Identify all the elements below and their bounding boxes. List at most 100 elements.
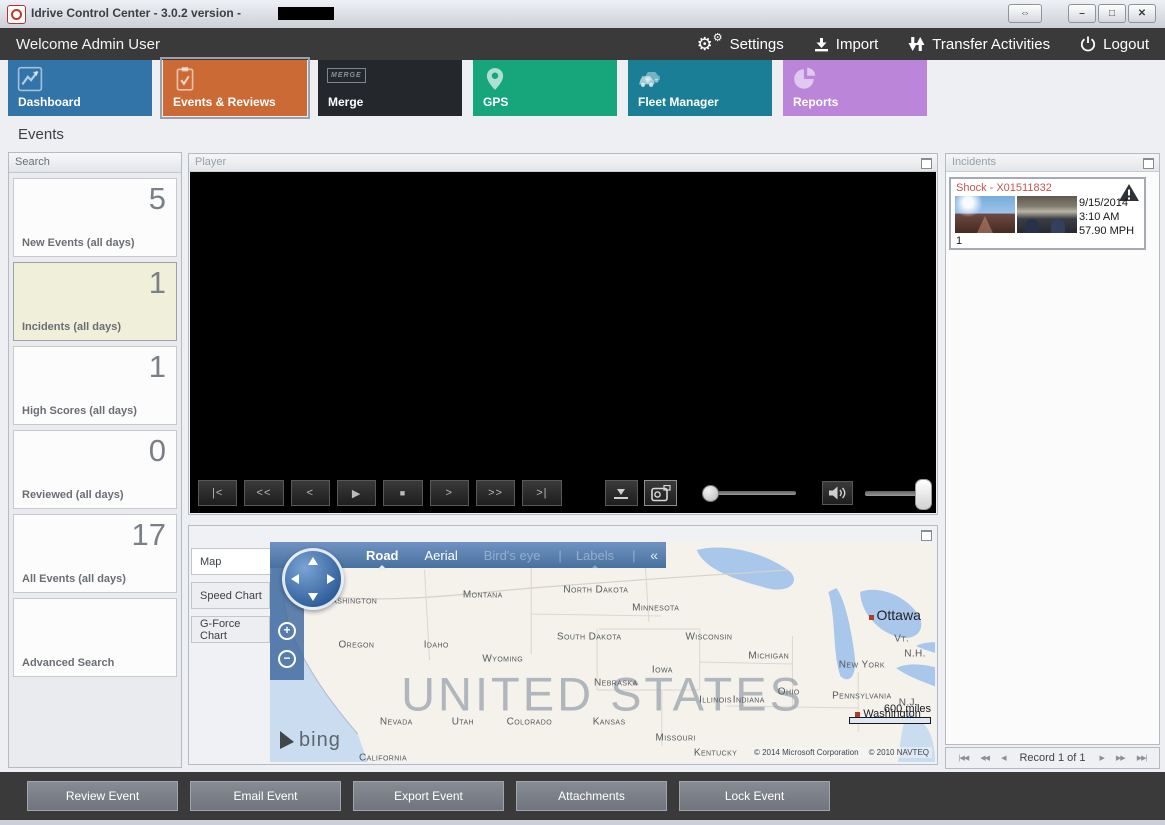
seek-slider[interactable]	[702, 485, 796, 502]
card-label: High Scores (all days)	[22, 405, 137, 417]
transfer-activities-label: Transfer Activities	[932, 35, 1051, 53]
card-label: Reviewed (all days)	[22, 489, 124, 501]
card-new-events[interactable]: 5 New Events (all days)	[13, 178, 177, 257]
volume-slider-thumb[interactable]	[914, 478, 932, 510]
nav-prev-icon[interactable]: ◀	[1001, 754, 1006, 762]
scale-distance-label: 600 miles	[883, 703, 931, 715]
incident-speed: 57.90 MPH	[1079, 225, 1135, 237]
player-panel-header: Player	[189, 154, 937, 172]
tab-events-reviews[interactable]: Events & Reviews	[160, 57, 310, 119]
lock-event-button[interactable]: Lock Event	[679, 781, 830, 811]
stop-button[interactable]: ■	[383, 480, 423, 506]
road-camera-thumbnail	[955, 196, 1015, 233]
bing-map[interactable]: UNITED STATES Washington Montana North Dak…	[270, 542, 935, 762]
nav-first-icon[interactable]: |◀◀	[959, 754, 970, 762]
transfer-activities-button[interactable]: Transfer Activities	[908, 36, 1050, 53]
nav-next-icon[interactable]: ▶	[1100, 754, 1105, 762]
first-frame-button[interactable]: |<	[198, 480, 238, 506]
rewind-button[interactable]: <<	[244, 480, 284, 506]
map-mode-birds-eye[interactable]: Bird's eye	[484, 548, 541, 563]
tab-fleet-manager[interactable]: Fleet Manager	[628, 60, 772, 116]
transfer-icon	[908, 37, 925, 51]
tab-map[interactable]: Map	[191, 548, 272, 575]
record-count-label: Record 1 of 1	[1019, 752, 1086, 764]
resize-button[interactable]: ⇔	[1008, 4, 1042, 23]
map-attribution: © 2014 Microsoft Corporation © 2010 NAVT…	[750, 747, 932, 758]
pan-left-icon[interactable]	[291, 574, 299, 584]
map-mode-aerial[interactable]: Aerial	[425, 548, 458, 563]
download-button[interactable]	[604, 480, 638, 506]
import-button[interactable]: Import	[814, 36, 878, 53]
last-frame-button[interactable]: >|	[522, 480, 562, 506]
card-incidents[interactable]: 1 Incidents (all days)	[13, 262, 177, 341]
zoom-out-button[interactable]: −	[277, 648, 297, 668]
map-state-label: Minnesota	[632, 602, 680, 614]
export-event-button[interactable]: Export Event	[353, 781, 504, 811]
play-button[interactable]: ▶	[336, 480, 377, 506]
settings-button[interactable]: ⚙ ⚙ Settings	[697, 31, 784, 53]
toolbar-collapse-icon[interactable]: «	[650, 547, 658, 563]
review-event-button[interactable]: Review Event	[27, 781, 178, 811]
power-icon	[1081, 36, 1096, 52]
fast-forward-button[interactable]: >>	[475, 480, 516, 506]
nav-fast-prev-icon[interactable]: ◀◀	[980, 754, 990, 762]
tab-merge-label: Merge	[328, 95, 364, 109]
email-event-button[interactable]: Email Event	[190, 781, 341, 811]
nav-fast-next-icon[interactable]: ▶▶	[1116, 754, 1126, 762]
tab-dashboard[interactable]: Dashboard	[8, 60, 152, 116]
card-count: 1	[148, 265, 166, 300]
close-button[interactable]: ✕	[1128, 4, 1156, 23]
zoom-in-button[interactable]: +	[277, 620, 297, 640]
pan-right-icon[interactable]	[327, 574, 335, 584]
incident-list-item[interactable]: Shock - X01511832 9/15/2014 3:10 AM 57.9…	[949, 177, 1146, 250]
tab-gforce-chart[interactable]: G-Force Chart	[191, 616, 270, 643]
map-mode-labels[interactable]: Labels	[576, 548, 614, 570]
zoom-out-icon: −	[278, 650, 296, 668]
map-state-label: California	[358, 752, 408, 762]
map-state-label: Kentucky	[693, 747, 738, 759]
attribution-microsoft: © 2014 Microsoft Corporation	[753, 748, 859, 757]
toolbar-separator: |	[558, 547, 562, 563]
tab-merge[interactable]: MERGE Merge	[318, 60, 462, 116]
tab-reports-label: Reports	[793, 95, 839, 109]
dashboard-chart-icon	[17, 66, 43, 92]
step-back-button[interactable]: <	[290, 480, 330, 506]
seek-slider-thumb[interactable]	[702, 485, 720, 502]
record-navigator: |◀◀ ◀◀ ◀ Record 1 of 1 ▶ ▶▶ ▶▶|	[945, 747, 1160, 769]
card-advanced-search[interactable]: Advanced Search	[13, 598, 177, 677]
card-count: 5	[148, 181, 166, 216]
search-panel-header: Search	[9, 153, 181, 173]
tab-speed-chart[interactable]: Speed Chart	[191, 582, 270, 609]
map-state-label: Missouri	[655, 732, 696, 744]
map-maximize-icon[interactable]	[921, 530, 932, 541]
incident-date: 9/15/2014	[1079, 197, 1128, 209]
bing-logo-icon	[280, 730, 294, 751]
mute-button[interactable]	[821, 481, 854, 505]
card-all-events[interactable]: 17 All Events (all days)	[13, 514, 177, 593]
card-high-scores[interactable]: 1 High Scores (all days)	[13, 346, 177, 425]
map-state-label: Indiana	[732, 694, 765, 706]
tab-gps[interactable]: GPS	[473, 60, 617, 116]
redacted-text	[278, 7, 334, 20]
pan-up-icon[interactable]	[308, 557, 318, 565]
snapshot-button[interactable]	[643, 480, 678, 506]
pan-down-icon[interactable]	[308, 593, 318, 601]
volume-slider[interactable]	[865, 478, 932, 510]
card-reviewed[interactable]: 0 Reviewed (all days)	[13, 430, 177, 509]
nav-last-icon[interactable]: ▶▶|	[1137, 754, 1148, 762]
gear-small-icon: ⚙	[712, 31, 723, 44]
step-forward-button[interactable]: >	[429, 480, 469, 506]
map-mode-road[interactable]: Road	[366, 548, 399, 570]
map-pan-compass[interactable]	[282, 548, 344, 610]
minimize-button[interactable]: –	[1068, 4, 1096, 23]
logout-button[interactable]: Logout	[1080, 36, 1149, 53]
incidents-maximize-icon[interactable]	[1143, 158, 1154, 169]
maximize-button[interactable]: □	[1098, 4, 1126, 23]
map-state-label: Vt.	[894, 633, 910, 645]
map-state-label: Iowa	[651, 664, 673, 676]
tab-reports[interactable]: Reports	[783, 60, 927, 116]
video-area[interactable]: |< << < ▶ ■ > >> >|	[190, 172, 936, 513]
attachments-button[interactable]: Attachments	[516, 781, 667, 811]
player-maximize-icon[interactable]	[921, 158, 932, 169]
map-state-label: North Dakota	[563, 584, 629, 596]
